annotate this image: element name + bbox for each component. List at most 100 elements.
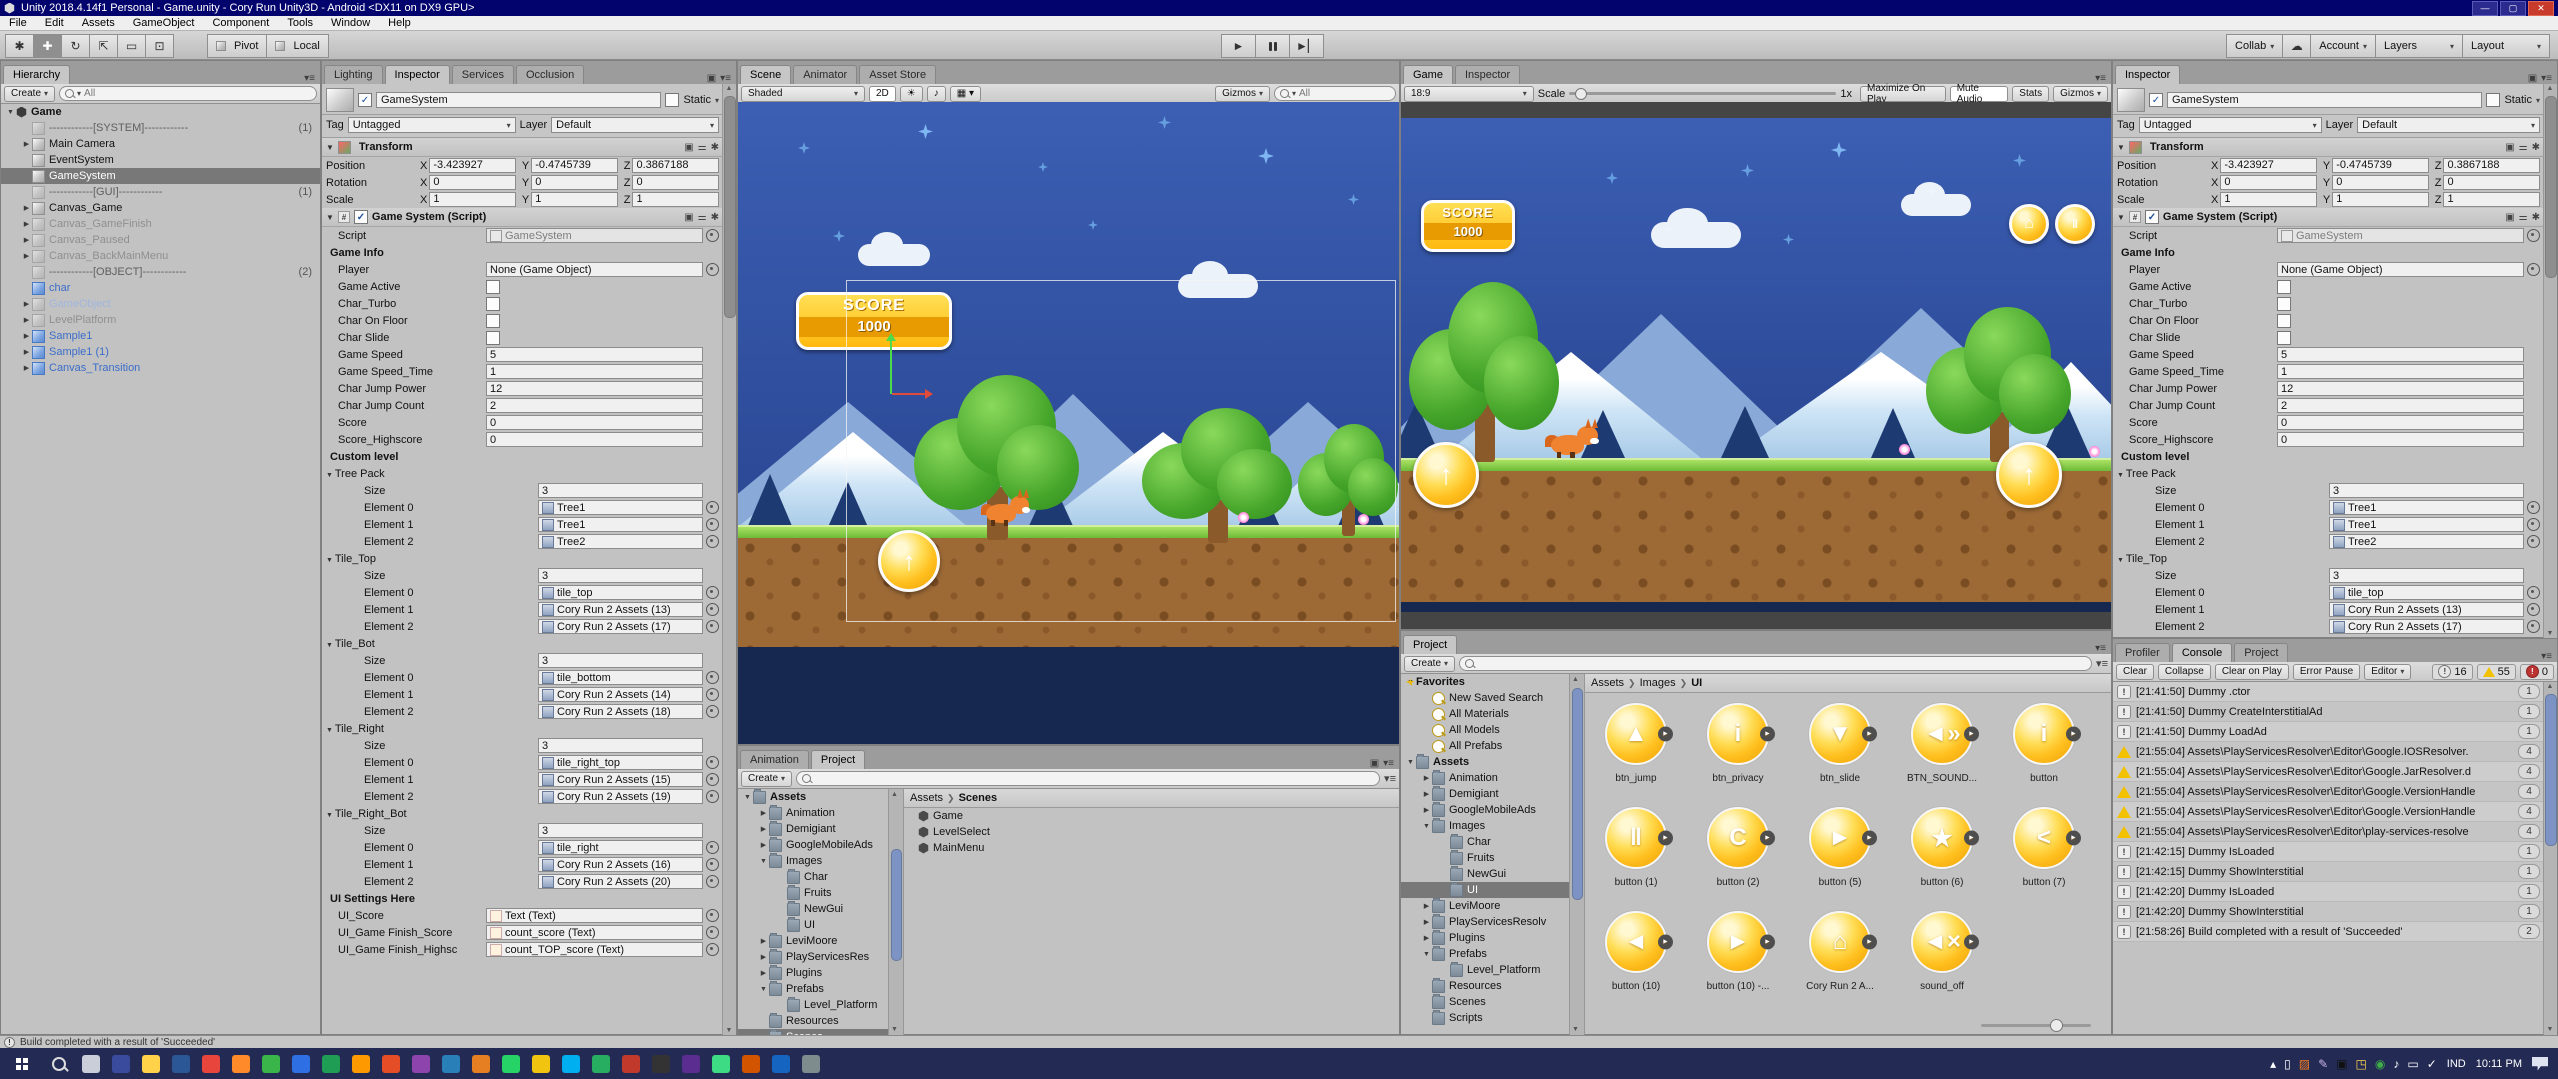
layers-button[interactable]: Layers▾ [2375, 34, 2463, 58]
object-picker-icon[interactable] [706, 909, 719, 922]
inspector-property-row[interactable]: Element 1 Cory Run 2 Assets (13) [322, 601, 723, 618]
taskbar-app-icon[interactable] [412, 1055, 430, 1073]
panel-menu-icon[interactable]: ▾≡ [304, 73, 315, 84]
taskbar-search-icon[interactable] [42, 1057, 76, 1071]
object-picker-icon[interactable] [706, 773, 719, 786]
property-value-field[interactable]: 3 [2329, 568, 2524, 583]
folder-tree-item[interactable]: ▶ GoogleMobileAds [1401, 802, 1569, 818]
hierarchy-item[interactable]: ------------[GUI]------------ (1) [1, 184, 320, 200]
property-value-field[interactable]: Tree1 [538, 517, 703, 532]
tab-occlusion[interactable]: Occlusion [516, 65, 584, 84]
expand-arrow-icon[interactable]: ▶ [1421, 918, 1432, 926]
scene-audio-icon[interactable]: ♪ [927, 86, 946, 102]
inspector-property-row[interactable]: Element 2 Cory Run 2 Assets (20) [322, 873, 723, 890]
tab-project[interactable]: Project [811, 750, 865, 769]
expand-arrow-icon[interactable]: ▶ [1421, 806, 1432, 814]
object-picker-icon[interactable] [2527, 263, 2540, 276]
property-value-field[interactable]: GameSystem [486, 228, 703, 243]
move-tool-icon[interactable]: ✚ [33, 34, 62, 58]
property-value-field[interactable]: Cory Run 2 Assets (19) [538, 789, 703, 804]
property-value-field[interactable]: count_score (Text) [486, 925, 703, 940]
property-value-field[interactable]: Cory Run 2 Assets (13) [2329, 602, 2524, 617]
folder-tree-item[interactable]: ▶ PlayServicesResolv [1401, 914, 1569, 930]
script-component-header[interactable]: ▼ # Game System (Script) ▣⚌✱ [2113, 208, 2544, 227]
panel-menu-icon[interactable]: ▾≡ [1383, 758, 1394, 769]
inspector-property-row[interactable]: Custom level [322, 448, 723, 465]
object-picker-icon[interactable] [2527, 535, 2540, 548]
inspector-property-row[interactable]: Tree Pack [322, 465, 723, 482]
object-picker-icon[interactable] [706, 688, 719, 701]
search-options-icon[interactable]: ▾≡ [2096, 657, 2108, 670]
notification-center-icon[interactable] [2532, 1057, 2548, 1071]
property-value-field[interactable]: 3 [538, 823, 703, 838]
property-value-field[interactable]: 1 [2277, 364, 2524, 379]
hierarchy-item[interactable]: GameSystem [1, 168, 320, 184]
property-value-field[interactable]: Cory Run 2 Assets (20) [538, 874, 703, 889]
pivot-toggle[interactable]: Pivot [207, 34, 267, 58]
inspector-property-row[interactable]: Script GameSystem [2113, 227, 2544, 244]
error-count-toggle[interactable]: !0 [2520, 664, 2554, 680]
object-picker-icon[interactable] [706, 229, 719, 242]
panel-menu-icon[interactable]: ▾≡ [2541, 651, 2552, 662]
transform-component-header[interactable]: ▼ Transform ▣⚌✱ [322, 138, 723, 157]
hierarchy-item[interactable]: ------------[OBJECT]------------ (2) [1, 264, 320, 280]
layer-dropdown[interactable]: Default▾ [2357, 117, 2540, 133]
presets-icon[interactable]: ⚌ [2519, 212, 2528, 223]
object-picker-icon[interactable] [2527, 501, 2540, 514]
property-value-field[interactable]: 0 [486, 415, 703, 430]
account-button[interactable]: Account▾ [2310, 34, 2376, 58]
inspector-scrollbar[interactable]: ▲▼ [2543, 84, 2557, 639]
asset-grid-item[interactable]: ★► button (6) [1893, 803, 1991, 905]
inspector-property-row[interactable]: Element 2 Cory Run 2 Assets (17) [322, 618, 723, 635]
property-value-field[interactable]: Cory Run 2 Assets (17) [538, 619, 703, 634]
property-value-field[interactable]: tile_right_top [538, 755, 703, 770]
static-dropdown-icon[interactable]: ▾ [2536, 96, 2540, 105]
expand-arrow-icon[interactable]: ▶ [758, 937, 769, 945]
collapse-toggle[interactable]: Collapse [2158, 664, 2211, 680]
panel-menu-icon[interactable]: ▾≡ [2095, 643, 2106, 654]
hierarchy-item[interactable]: ▶ Canvas_GameFinish [1, 216, 320, 232]
inspector-property-row[interactable]: Element 1 Cory Run 2 Assets (16) [322, 856, 723, 873]
asset-grid-item[interactable]: ▲► btn_jump [1587, 699, 1685, 801]
expand-arrow-icon[interactable]: ▶ [21, 220, 32, 228]
hierarchy-item[interactable]: ▶ Sample1 (1) [1, 344, 320, 360]
transform-component-header[interactable]: ▼ Transform ▣⚌✱ [2113, 138, 2544, 157]
property-value-field[interactable]: 3 [538, 738, 703, 753]
object-picker-icon[interactable] [706, 705, 719, 718]
rect-tool-icon[interactable]: ▭ [117, 34, 146, 58]
scale-tool-icon[interactable]: ⇱ [89, 34, 118, 58]
expand-arrow-icon[interactable]: ▶ [21, 204, 32, 212]
console-log-row[interactable]: [21:41:50] Dummy LoadAd 1 [2113, 722, 2544, 742]
inspector-property-row[interactable]: Size 3 [322, 482, 723, 499]
inspector-property-row[interactable]: Size 3 [322, 737, 723, 754]
scene-file-item[interactable]: Game [904, 808, 1399, 824]
asset-grid-item[interactable]: ▼► btn_slide [1791, 699, 1889, 801]
inspector-property-row[interactable]: Custom level [2113, 448, 2544, 465]
property-checkbox[interactable] [486, 297, 500, 311]
language-indicator[interactable]: IND [2447, 1058, 2466, 1070]
foldout-arrow-icon[interactable]: ▼ [326, 143, 334, 152]
property-value-field[interactable]: 5 [486, 347, 703, 362]
pause-button[interactable] [1255, 34, 1290, 58]
inspector-property-row[interactable]: Element 1 Tree1 [322, 516, 723, 533]
asset-grid-item[interactable]: ⌂► Cory Run 2 A... [1791, 907, 1889, 1009]
folder-tree-item[interactable]: ▶ PlayServicesRes [738, 949, 888, 965]
gear-icon[interactable]: ✱ [711, 142, 719, 153]
start-button[interactable] [0, 1048, 42, 1079]
inspector-property-row[interactable]: Game Speed 5 [2113, 346, 2544, 363]
taskbar-app-icon[interactable] [172, 1055, 190, 1073]
object-picker-icon[interactable] [706, 535, 719, 548]
property-value-field[interactable]: GameSystem [2277, 228, 2524, 243]
object-picker-icon[interactable] [706, 518, 719, 531]
position-y-field[interactable]: -0.4745739 [2332, 158, 2429, 173]
expand-arrow-icon[interactable]: ▼ [742, 794, 753, 801]
folder-tree-item[interactable]: Resources [1401, 978, 1569, 994]
console-log-row[interactable]: [21:55:04] Assets\PlayServicesResolver\E… [2113, 782, 2544, 802]
object-picker-icon[interactable] [706, 790, 719, 803]
property-value-field[interactable]: Cory Run 2 Assets (18) [538, 704, 703, 719]
console-log-row[interactable]: [21:41:50] Dummy CreateInterstitialAd 1 [2113, 702, 2544, 722]
folder-tree-item[interactable]: Fruits [738, 885, 888, 901]
foldout-arrow-icon[interactable]: ▼ [2117, 213, 2125, 222]
rotation-z-field[interactable]: 0 [2443, 175, 2540, 190]
console-log-row[interactable]: [21:55:04] Assets\PlayServicesResolver\E… [2113, 822, 2544, 842]
